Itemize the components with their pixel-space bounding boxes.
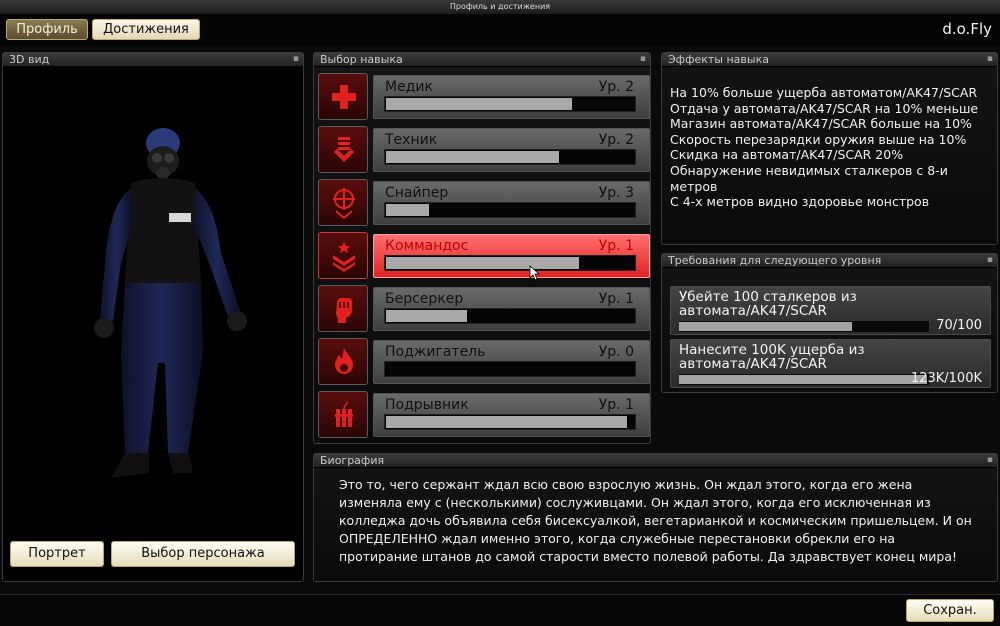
skill-progress-fill <box>386 416 627 428</box>
skill-progress-fill <box>386 257 579 269</box>
skill-berserker-body: Берсеркер Ур. 1 <box>373 287 650 331</box>
skill-progress-bar <box>384 255 636 271</box>
requirement-text: Нанесите 100K ущерба из автомата/AK47/SC… <box>679 342 865 372</box>
skill-progress-bar <box>384 202 636 218</box>
effect-line: С 4-х метров видно здоровье монстров <box>670 194 930 210</box>
skill-sniper-body: Снайпер Ур. 3 <box>373 181 650 225</box>
panel-grip-icon: ▪ <box>986 255 993 265</box>
arsonist-flame-icon <box>318 338 368 385</box>
skill-medic[interactable]: Медик Ур. 2 <box>318 73 650 120</box>
skill-name: Подрывник <box>385 397 469 413</box>
panel-title-skills: Выбор навыка ▪ <box>314 53 650 67</box>
requirement-item: Нанесите 100K ущерба из автомата/AK47/SC… <box>670 339 991 388</box>
skill-demolition[interactable]: Подрывник Ур. 1 <box>318 391 650 438</box>
skill-technician[interactable]: Техник Ур. 2 <box>318 126 650 173</box>
skill-progress-bar <box>384 96 636 112</box>
panel-title-effects: Эффекты навыка ▪ <box>662 53 997 67</box>
commando-chevron-icon <box>318 232 368 279</box>
skill-progress-bar <box>384 361 636 377</box>
panel-title-biography-label: Биография <box>320 454 385 467</box>
panel-grip-icon: ▪ <box>986 54 993 64</box>
panel-title-effects-label: Эффекты навыка <box>668 53 769 66</box>
panel-skill-effects: Эффекты навыка ▪ На 10% больше ущерба ав… <box>661 52 998 245</box>
skill-progress-fill <box>386 98 572 110</box>
skill-progress-fill <box>386 151 559 163</box>
demolition-dynamite-icon <box>318 391 368 438</box>
bottom-bar: Сохран. <box>0 594 1000 626</box>
window-title: Профиль и достижения <box>0 0 1000 15</box>
panel-title-biography: Биография ▪ <box>314 454 997 468</box>
skill-level: Ур. 1 <box>598 291 634 307</box>
skill-medic-body: Медик Ур. 2 <box>373 75 650 119</box>
skill-level: Ур. 3 <box>598 185 634 201</box>
skill-name: Медик <box>385 79 433 95</box>
skill-level: Ур. 2 <box>598 79 634 95</box>
skill-arsonist-body: Поджигатель Ур. 0 <box>373 340 650 384</box>
requirement-text: Убейте 100 сталкеров из автомата/AK47/SC… <box>679 289 857 319</box>
skill-progress-bar <box>384 414 636 430</box>
effects-list: На 10% больше ущерба автоматом/AK47/SCAR… <box>662 67 997 210</box>
skill-level: Ур. 0 <box>598 344 634 360</box>
skill-demolition-body: Подрывник Ур. 1 <box>373 393 650 437</box>
medic-cross-icon <box>318 73 368 120</box>
select-character-button[interactable]: Выбор персонажа <box>111 541 295 567</box>
technician-ammo-icon <box>318 126 368 173</box>
requirement-progress-bar <box>679 321 929 332</box>
top-bar: Профиль Достижения d.o.Fly <box>0 14 1000 46</box>
requirement-count: 70/100 <box>936 318 982 333</box>
effect-line: Скорость перезарядки оружия выше на 10% <box>670 131 967 147</box>
effect-line: На 10% больше ущерба автоматом/AK47/SCAR <box>670 85 978 100</box>
skill-level: Ур. 1 <box>598 238 634 254</box>
skill-commando-body: Коммандос Ур. 1 <box>373 234 650 278</box>
username: d.o.Fly <box>942 20 992 38</box>
skill-name: Техник <box>385 132 438 148</box>
panel-title-3d-view-label: 3D вид <box>9 53 50 66</box>
effect-line: Магазин автомата/AK47/SCAR больше на 10% <box>670 116 972 132</box>
requirement-progress-bar <box>679 374 929 385</box>
effect-line: Обнаружение невидимых сталкеров с 8-и ме… <box>670 162 948 194</box>
skill-progress-bar <box>384 308 636 324</box>
tab-profile[interactable]: Профиль <box>6 19 88 40</box>
panel-grip-icon: ▪ <box>986 455 993 465</box>
skill-sniper[interactable]: Снайпер Ур. 3 <box>318 179 650 226</box>
skill-name: Поджигатель <box>385 344 486 360</box>
skill-technician-body: Техник Ур. 2 <box>373 128 650 172</box>
panel-skills: Выбор навыка ▪ Медик Ур. 2 Техник Ур. 2 … <box>313 52 651 444</box>
save-button[interactable]: Сохран. <box>906 599 994 622</box>
skill-progress-fill <box>386 310 467 322</box>
skill-level: Ур. 1 <box>598 397 634 413</box>
panel-grip-icon: ▪ <box>292 54 299 64</box>
panel-title-3d-view: 3D вид ▪ <box>3 53 303 67</box>
skill-arsonist[interactable]: Поджигатель Ур. 0 <box>318 338 650 385</box>
requirement-progress-fill <box>679 375 927 384</box>
sniper-crosshair-icon <box>318 179 368 226</box>
portrait-button[interactable]: Портрет <box>10 541 104 567</box>
skill-name: Снайпер <box>385 185 449 201</box>
requirement-item: Убейте 100 сталкеров из автомата/AK47/SC… <box>670 286 991 335</box>
skill-name: Берсеркер <box>385 291 464 307</box>
berserker-fist-icon <box>318 285 368 332</box>
mouse-cursor-icon <box>529 265 541 281</box>
tab-achievements[interactable]: Достижения <box>92 19 200 40</box>
panel-next-level-requirements: Требования для следующего уровня ▪ Убейт… <box>661 253 998 393</box>
skill-progress-fill <box>386 204 429 216</box>
requirement-progress-fill <box>679 322 852 331</box>
biography-text: Это то, чего сержант ждал всю свою взрос… <box>339 477 972 564</box>
skill-level: Ур. 2 <box>598 132 634 148</box>
effect-line: Отдача у автомата/AK47/SCAR на 10% меньш… <box>670 100 979 116</box>
panel-title-requirements: Требования для следующего уровня ▪ <box>662 254 997 268</box>
skill-berserker[interactable]: Берсеркер Ур. 1 <box>318 285 650 332</box>
panel-3d-view: 3D вид ▪ Портрет Выбор персонажа <box>2 52 304 582</box>
character-model[interactable] <box>3 113 303 513</box>
effect-line: Скидка на автомат/AK47/SCAR 20% <box>670 147 904 163</box>
panel-title-requirements-label: Требования для следующего уровня <box>668 254 882 267</box>
panel-grip-icon: ▪ <box>639 54 646 64</box>
requirement-count: 123K/100K <box>910 371 982 386</box>
skill-progress-bar <box>384 149 636 165</box>
skill-commando[interactable]: Коммандос Ур. 1 <box>318 232 650 279</box>
panel-title-skills-label: Выбор навыка <box>320 53 403 66</box>
panel-biography: Биография ▪ Это то, чего сержант ждал вс… <box>313 453 998 582</box>
skill-name: Коммандос <box>385 238 469 254</box>
